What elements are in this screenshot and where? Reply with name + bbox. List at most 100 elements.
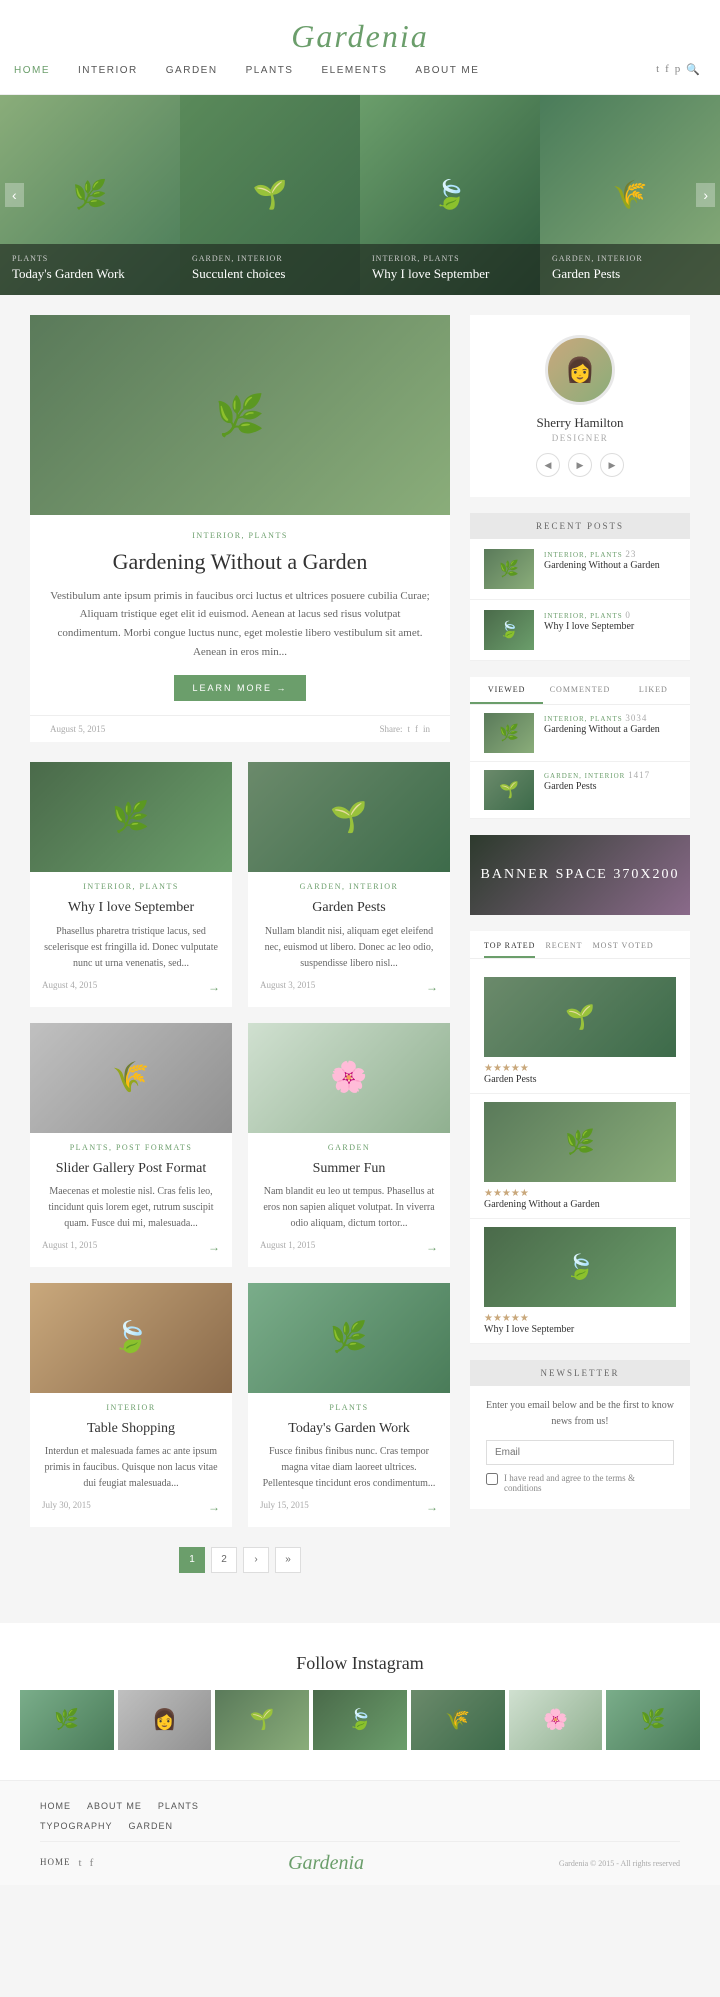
share-facebook[interactable]: f bbox=[415, 724, 418, 734]
instagram-item-4[interactable]: 🍃 bbox=[313, 1690, 407, 1750]
newsletter-email-input[interactable] bbox=[486, 1440, 674, 1465]
author-social-twitter[interactable]: ◀ bbox=[536, 453, 560, 477]
footer-home[interactable]: HOME bbox=[40, 1801, 87, 1811]
post-card-title-5: Table Shopping bbox=[42, 1420, 220, 1438]
footer-home-link[interactable]: HOME bbox=[40, 1857, 71, 1869]
share-label: Share: bbox=[379, 724, 402, 734]
footer-typography[interactable]: TYPOGRAPHY bbox=[40, 1821, 129, 1831]
author-social-facebook[interactable]: ▶ bbox=[568, 453, 592, 477]
share-instagram[interactable]: in bbox=[423, 724, 430, 734]
post-card-arrow-2[interactable]: → bbox=[426, 980, 438, 995]
footer-garden[interactable]: GARDEN bbox=[129, 1821, 190, 1831]
featured-post: 🌿 INTERIOR, PLANTS Gardening Without a G… bbox=[30, 315, 450, 742]
recent-post-1: 🌿 INTERIOR, PLANTS 23 Gardening Without … bbox=[470, 539, 690, 600]
popular-tab-liked[interactable]: LIKED bbox=[617, 677, 690, 704]
footer-logo: Gardenia bbox=[288, 1852, 364, 1875]
banner-widget: BANNER SPACE 370x200 bbox=[470, 835, 690, 915]
nav-garden[interactable]: GARDEN bbox=[152, 65, 232, 76]
post-card-excerpt-2: Nullam blandit nisi, aliquam eget eleife… bbox=[260, 924, 438, 972]
content-left: 🌿 INTERIOR, PLANTS Gardening Without a G… bbox=[30, 315, 470, 1593]
top-rated-tab-2[interactable]: Recent bbox=[545, 941, 582, 958]
popular-post-cat-2: GARDEN, INTERIOR 1417 bbox=[544, 770, 650, 780]
search-icon[interactable]: 🔍 bbox=[686, 63, 700, 76]
footer-nav-row2: TYPOGRAPHY GARDEN bbox=[40, 1821, 680, 1831]
page-next-button[interactable]: › bbox=[243, 1547, 269, 1573]
rated-item-image-3: 🍃 bbox=[484, 1227, 676, 1307]
top-rated-widget: Top Rated Recent Most Voted 🌱 ★★★★★ Gard… bbox=[470, 931, 690, 1344]
post-card-excerpt-6: Fusce finibus finibus nunc. Cras tempor … bbox=[260, 1444, 438, 1492]
rated-item-3: 🍃 ★★★★★ Why I love September bbox=[470, 1219, 690, 1344]
instagram-item-2[interactable]: 👩 bbox=[118, 1690, 212, 1750]
popular-tab-commented[interactable]: COMMENTED bbox=[543, 677, 616, 704]
recent-posts-widget: RECENT POSTS 🌿 INTERIOR, PLANTS 23 Garde… bbox=[470, 513, 690, 661]
nav-about[interactable]: ABOUT ME bbox=[401, 65, 493, 76]
post-card-4: 🌸 GARDEN Summer Fun Nam blandit eu leo u… bbox=[248, 1023, 450, 1267]
popular-post-title-2: Garden Pests bbox=[544, 780, 650, 794]
hero-slider: ‹ 🌿 PLANTS Today's Garden Work 🌱 GARDEN,… bbox=[0, 95, 720, 295]
footer-about[interactable]: ABOUT ME bbox=[87, 1801, 158, 1811]
nav-elements[interactable]: ELEMENTS bbox=[307, 65, 401, 76]
instagram-item-5[interactable]: 🌾 bbox=[411, 1690, 505, 1750]
post-card-meta-5: July 30, 2015 → bbox=[42, 1500, 220, 1515]
post-card-arrow-1[interactable]: → bbox=[208, 980, 220, 995]
post-card-arrow-5[interactable]: → bbox=[208, 1500, 220, 1515]
popular-tabs: VIEWED COMMENTED LIKED bbox=[470, 677, 690, 705]
post-share: Share: t f in bbox=[379, 724, 430, 734]
facebook-icon[interactable]: f bbox=[665, 63, 669, 76]
rated-item-stars-2: ★★★★★ bbox=[484, 1188, 676, 1199]
hero-next-button[interactable]: › bbox=[696, 183, 715, 207]
hero-prev-button[interactable]: ‹ bbox=[5, 183, 24, 207]
rated-item-stars-1: ★★★★★ bbox=[484, 1063, 676, 1074]
footer-plants[interactable]: PLANTS bbox=[158, 1801, 215, 1811]
recent-post-count-2: 0 bbox=[625, 610, 631, 620]
twitter-icon[interactable]: t bbox=[656, 63, 659, 76]
rated-item-title-3: Why I love September bbox=[484, 1324, 676, 1335]
popular-post-cat-1: INTERIOR, PLANTS 3034 bbox=[544, 713, 660, 723]
post-card-arrow-6[interactable]: → bbox=[426, 1500, 438, 1515]
page-2-button[interactable]: 2 bbox=[211, 1547, 237, 1573]
post-card-image-4: 🌸 bbox=[248, 1023, 450, 1133]
recent-post-2: 🍃 INTERIOR, PLANTS 0 Why I love Septembe… bbox=[470, 600, 690, 661]
post-card-3: 🌾 PLANTS, POST FORMATS Slider Gallery Po… bbox=[30, 1023, 232, 1267]
post-card-6: 🌿 PLANTS Today's Garden Work Fusce finib… bbox=[248, 1283, 450, 1527]
instagram-item-1[interactable]: 🌿 bbox=[20, 1690, 114, 1750]
instagram-item-3[interactable]: 🌱 bbox=[215, 1690, 309, 1750]
recent-post-cat-1: INTERIOR, PLANTS 23 bbox=[544, 549, 676, 559]
footer-facebook[interactable]: f bbox=[90, 1857, 94, 1869]
post-card-meta-4: August 1, 2015 → bbox=[260, 1240, 438, 1255]
instagram-item-6[interactable]: 🌸 bbox=[509, 1690, 603, 1750]
site-footer: HOME ABOUT ME PLANTS TYPOGRAPHY GARDEN H… bbox=[0, 1780, 720, 1885]
post-card-meta-2: August 3, 2015 → bbox=[260, 980, 438, 995]
page-1-button[interactable]: 1 bbox=[179, 1547, 205, 1573]
page-last-button[interactable]: » bbox=[275, 1547, 301, 1573]
instagram-grid: 🌿 👩 🌱 🍃 🌾 🌸 🌿 bbox=[20, 1690, 700, 1750]
nav-interior[interactable]: INTERIOR bbox=[64, 65, 152, 76]
post-card-arrow-3[interactable]: → bbox=[208, 1240, 220, 1255]
post-card-meta-1: August 4, 2015 → bbox=[42, 980, 220, 995]
post-card-cats-1: INTERIOR, PLANTS bbox=[42, 882, 220, 891]
share-twitter[interactable]: t bbox=[407, 724, 410, 734]
top-rated-tab-1[interactable]: Top Rated bbox=[484, 941, 535, 958]
footer-twitter[interactable]: t bbox=[79, 1857, 82, 1869]
top-rated-tab-3[interactable]: Most Voted bbox=[593, 941, 654, 958]
instagram-item-7[interactable]: 🌿 bbox=[606, 1690, 700, 1750]
post-card-arrow-4[interactable]: → bbox=[426, 1240, 438, 1255]
footer-social: HOME t f bbox=[40, 1857, 93, 1869]
pinterest-icon[interactable]: p bbox=[675, 63, 681, 76]
hero-slide-3: 🍃 INTERIOR, PLANTS Why I love September bbox=[360, 95, 540, 295]
nav-home[interactable]: HOME bbox=[0, 65, 64, 76]
newsletter-terms-checkbox[interactable] bbox=[486, 1473, 498, 1485]
post-card-excerpt-4: Nam blandit eu leo ut tempus. Phasellus … bbox=[260, 1184, 438, 1232]
post-card-title-2: Garden Pests bbox=[260, 899, 438, 917]
recent-post-info-2: INTERIOR, PLANTS 0 Why I love September bbox=[544, 610, 676, 634]
post-card-title-3: Slider Gallery Post Format bbox=[42, 1160, 220, 1178]
learn-more-button[interactable]: LEARN MORE → bbox=[174, 675, 305, 701]
popular-post-title-1: Gardening Without a Garden bbox=[544, 723, 660, 737]
rated-item-1: 🌱 ★★★★★ Garden Pests bbox=[470, 969, 690, 1094]
nav-plants[interactable]: PLANTS bbox=[232, 65, 308, 76]
post-card-content-4: GARDEN Summer Fun Nam blandit eu leo ut … bbox=[248, 1133, 450, 1267]
author-social-pinterest[interactable]: ▶ bbox=[600, 453, 624, 477]
hero-title-1: Today's Garden Work bbox=[12, 266, 168, 283]
popular-tab-viewed[interactable]: VIEWED bbox=[470, 677, 543, 704]
post-card-title-6: Today's Garden Work bbox=[260, 1420, 438, 1438]
